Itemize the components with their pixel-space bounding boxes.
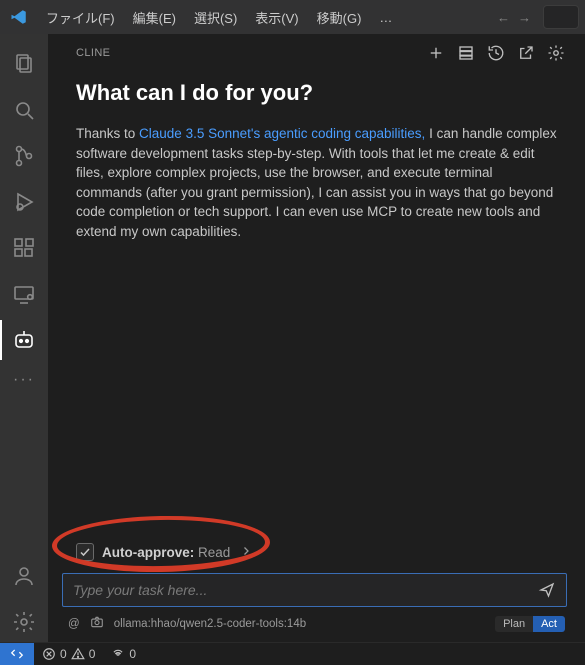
menu-edit[interactable]: 編集(E) [125, 4, 184, 31]
menu-select[interactable]: 選択(S) [186, 4, 245, 31]
provider-label[interactable]: ollama:hhao/qwen2.5-coder-tools:14b [114, 618, 306, 630]
at-mention-icon[interactable]: @ [68, 618, 80, 630]
auto-approve-toggle[interactable]: Auto-approve: Read [66, 537, 262, 567]
remote-explorer-icon[interactable] [0, 274, 48, 314]
claude-link[interactable]: Claude 3.5 Sonnet's agentic coding capab… [139, 126, 425, 141]
run-debug-icon[interactable] [0, 182, 48, 222]
mode-act[interactable]: Act [533, 616, 565, 632]
camera-icon[interactable] [90, 615, 104, 632]
new-task-icon[interactable] [427, 44, 445, 62]
menu-view[interactable]: 表示(V) [247, 4, 306, 31]
activity-bar: ··· [0, 34, 48, 642]
mcp-servers-icon[interactable] [457, 44, 475, 62]
nav-forward-icon[interactable]: → [518, 10, 531, 25]
auto-approve-label: Auto-approve: Read [102, 545, 230, 560]
accounts-icon[interactable] [0, 556, 48, 596]
history-icon[interactable] [487, 44, 505, 62]
menu-go[interactable]: 移動(G) [309, 4, 370, 31]
panel-title: CLINE [76, 47, 415, 59]
send-button[interactable] [534, 577, 560, 603]
open-external-icon[interactable] [517, 44, 535, 62]
ports-status[interactable]: 0 [103, 647, 144, 661]
cline-icon[interactable] [0, 320, 48, 360]
mode-plan[interactable]: Plan [495, 616, 533, 632]
nav-back-icon[interactable]: ← [497, 10, 510, 25]
manage-icon[interactable] [0, 602, 48, 642]
chevron-right-icon [240, 545, 252, 560]
extensions-icon[interactable] [0, 228, 48, 268]
cline-panel: CLINE What can I do for [48, 34, 585, 642]
menu-file[interactable]: ファイル(F) [38, 4, 123, 31]
task-input-row [62, 573, 567, 607]
vscode-icon [10, 8, 28, 26]
intro-text: Thanks to Claude 3.5 Sonnet's agentic co… [76, 124, 557, 241]
settings-icon[interactable] [547, 44, 565, 62]
auto-approve-checkbox[interactable] [76, 543, 94, 561]
mode-toggle[interactable]: Plan Act [495, 616, 565, 632]
page-title: What can I do for you? [76, 80, 557, 106]
status-bar: 0 0 0 [0, 642, 585, 664]
explorer-icon[interactable] [0, 44, 48, 84]
command-center[interactable] [543, 5, 579, 29]
task-input[interactable] [73, 582, 534, 598]
overflow-icon[interactable]: ··· [0, 366, 48, 394]
problems-status[interactable]: 0 0 [34, 647, 103, 661]
remote-indicator[interactable] [0, 643, 34, 665]
title-bar: ファイル(F) 編集(E) 選択(S) 表示(V) 移動(G) … ← → [0, 0, 585, 34]
search-icon[interactable] [0, 90, 48, 130]
source-control-icon[interactable] [0, 136, 48, 176]
menu-overflow[interactable]: … [371, 6, 400, 29]
